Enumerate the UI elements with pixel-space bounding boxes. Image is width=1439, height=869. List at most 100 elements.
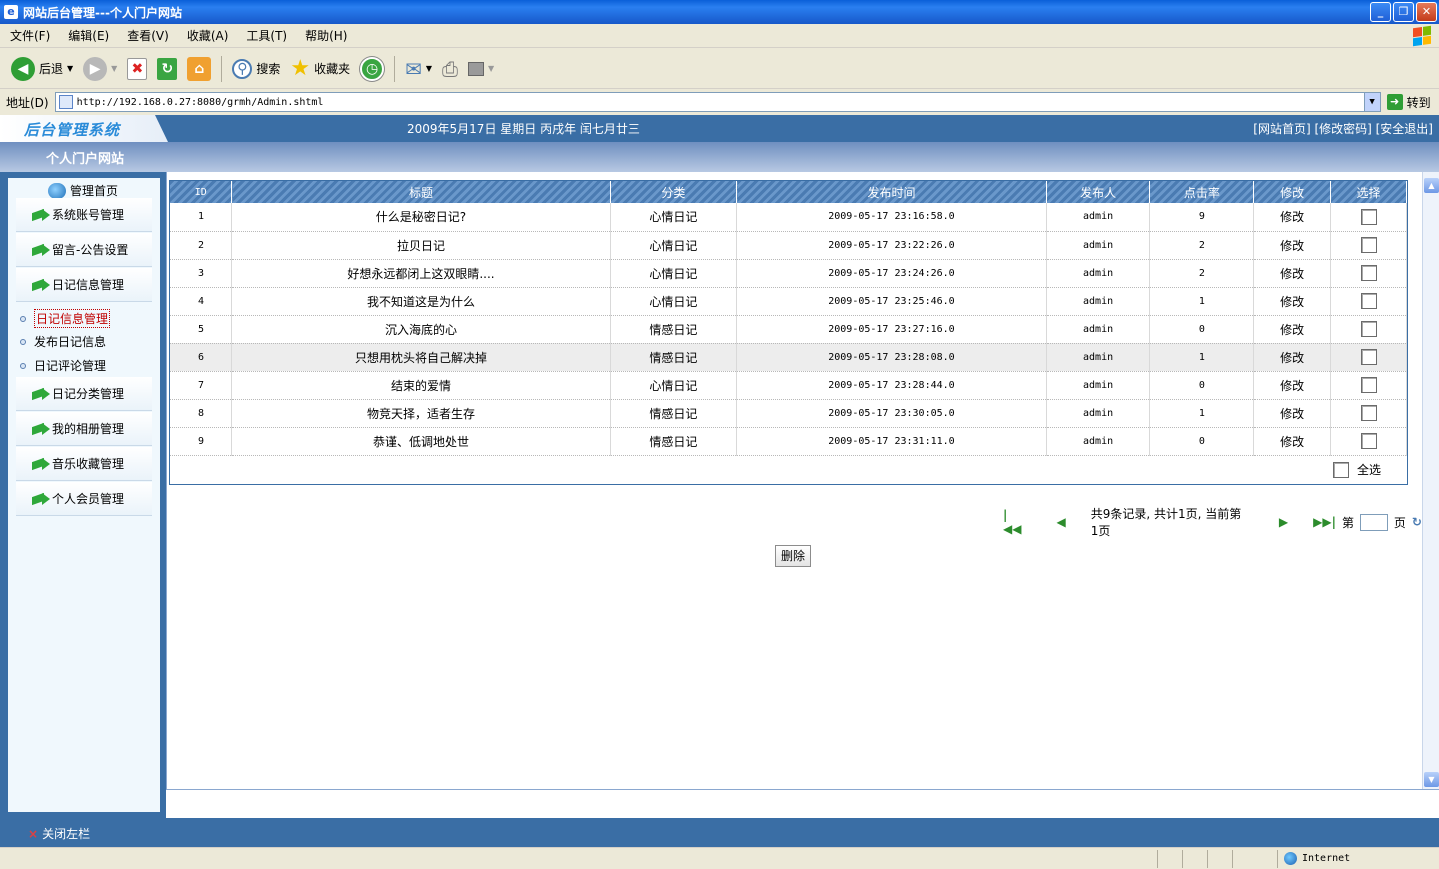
column-header: 选择 <box>1330 181 1407 203</box>
address-dropdown-icon[interactable]: ▼ <box>1363 93 1380 111</box>
go-page-icon[interactable]: ↻ <box>1412 515 1422 529</box>
cell-title[interactable]: 拉贝日记 <box>231 231 611 260</box>
delete-button[interactable]: 删除 <box>775 545 812 567</box>
vertical-scrollbar[interactable]: ▲ ▼ <box>1422 172 1439 789</box>
header-links[interactable]: [网站首页] [修改密码] [安全退出] <box>1253 120 1433 137</box>
row-checkbox[interactable] <box>1360 349 1377 365</box>
history-button[interactable]: ◷ <box>357 53 387 85</box>
mail-dropdown-icon[interactable]: ▼ <box>426 64 432 73</box>
row-checkbox[interactable] <box>1360 265 1377 281</box>
sidebar-item-label: 日记分类管理 <box>52 387 125 401</box>
edit-link[interactable]: 修改 <box>1253 427 1332 456</box>
menu-view[interactable]: 查看(V) <box>127 27 169 44</box>
sidebar-item-accounts[interactable]: 系统账号管理 <box>16 198 152 232</box>
row-checkbox[interactable] <box>1360 377 1377 393</box>
edit-link[interactable]: 修改 <box>1253 287 1332 316</box>
sidebar-subitem-diary-manage[interactable]: 日记信息管理 <box>20 309 111 328</box>
mail-button[interactable]: ✉ ▼ <box>402 53 435 85</box>
table-row: 1 什么是秘密日记? 心情日记 2009-05-17 23:16:58.0 ad… <box>170 203 1407 232</box>
page-number-input[interactable] <box>1359 513 1388 531</box>
row-checkbox[interactable] <box>1360 208 1377 225</box>
edit-link[interactable]: 修改 <box>1253 231 1332 260</box>
sidebar-item-albums[interactable]: 我的相册管理 <box>16 412 152 446</box>
select-all-checkbox[interactable] <box>1332 461 1349 478</box>
cell-title[interactable]: 恭谨、低调地处世 <box>231 427 611 456</box>
cell-category: 情感日记 <box>610 343 738 372</box>
sidebar-home[interactable]: 管理首页 <box>48 182 118 199</box>
cell-hits: 2 <box>1149 231 1255 260</box>
address-input[interactable]: http://192.168.0.27:8080/grmh/Admin.shtm… <box>54 92 1381 112</box>
stop-button[interactable]: ✖ <box>124 53 150 85</box>
cell-author: admin <box>1046 259 1151 288</box>
row-checkbox[interactable] <box>1360 293 1377 309</box>
menu-help[interactable]: 帮助(H) <box>305 27 347 44</box>
edit-link[interactable]: 修改 <box>1253 371 1332 400</box>
last-page-icon[interactable]: ▶▶| <box>1313 515 1336 529</box>
menu-tools[interactable]: 工具(T) <box>246 27 287 44</box>
back-dropdown-icon[interactable]: ▼ <box>67 64 73 73</box>
history-icon: ◷ <box>360 56 385 81</box>
sidebar-home-label: 管理首页 <box>70 184 119 198</box>
row-checkbox[interactable] <box>1360 433 1377 449</box>
row-checkbox[interactable] <box>1360 405 1377 421</box>
cell-author: admin <box>1046 343 1151 372</box>
prev-page-icon[interactable]: ◀ <box>1057 515 1066 529</box>
row-checkbox[interactable] <box>1360 237 1377 253</box>
menu-file[interactable]: 文件(F) <box>10 27 50 44</box>
menu-favorites[interactable]: 收藏(A) <box>187 27 229 44</box>
menu-edit[interactable]: 编辑(E) <box>68 27 109 44</box>
edit-dropdown-icon[interactable]: ▼ <box>488 64 494 73</box>
back-button[interactable]: ◀ 后退 ▼ <box>8 53 76 85</box>
star-icon: ★ <box>290 56 311 81</box>
minimize-button[interactable]: _ <box>1370 2 1391 22</box>
sidebar-item-diary[interactable]: 日记信息管理 <box>16 268 152 302</box>
forward-button[interactable]: ▶ ▼ <box>80 53 120 85</box>
row-checkbox[interactable] <box>1360 321 1377 337</box>
green-arrow-icon <box>32 387 50 400</box>
next-page-icon[interactable]: ▶ <box>1279 515 1288 529</box>
edit-button[interactable]: ▼ <box>465 53 497 85</box>
cell-time: 2009-05-17 23:24:26.0 <box>736 259 1047 288</box>
sidebar-item-messages[interactable]: 留言-公告设置 <box>16 233 152 267</box>
cell-title[interactable]: 什么是秘密日记? <box>231 203 611 232</box>
cell-id: 9 <box>170 427 233 456</box>
edit-link[interactable]: 修改 <box>1253 343 1332 372</box>
cell-author: admin <box>1046 371 1151 400</box>
cell-title[interactable]: 物竞天择，适者生存 <box>231 399 611 428</box>
scroll-down-icon[interactable]: ▼ <box>1424 772 1439 787</box>
cell-select <box>1330 427 1407 456</box>
print-button[interactable]: ⎙ <box>439 53 461 85</box>
favorites-button[interactable]: ★ 收藏夹 <box>287 53 353 85</box>
refresh-button[interactable]: ↻ <box>154 53 180 85</box>
cell-select <box>1330 231 1407 260</box>
home-button[interactable]: ⌂ <box>184 53 214 85</box>
cell-id: 1 <box>170 203 233 232</box>
internet-globe-icon <box>1284 852 1297 865</box>
first-page-icon[interactable]: |◀◀ <box>1003 508 1024 536</box>
back-label: 后退 <box>39 62 64 76</box>
cell-title[interactable]: 好想永远都闭上这双眼睛.... <box>231 259 611 288</box>
edit-link[interactable]: 修改 <box>1253 315 1332 344</box>
cell-title[interactable]: 沉入海底的心 <box>231 315 611 344</box>
sidebar-item-label: 留言-公告设置 <box>52 243 129 257</box>
go-button[interactable]: ➜ 转到 <box>1386 94 1431 111</box>
edit-link[interactable]: 修改 <box>1253 203 1332 232</box>
edit-link[interactable]: 修改 <box>1253 399 1332 428</box>
scroll-up-icon[interactable]: ▲ <box>1424 178 1439 193</box>
restore-button[interactable]: ❐ <box>1393 2 1414 22</box>
cell-title[interactable]: 结束的爱情 <box>231 371 611 400</box>
sidebar-subitem-diary-comments[interactable]: 日记评论管理 <box>20 357 106 374</box>
sidebar-item-music[interactable]: 音乐收藏管理 <box>16 447 152 481</box>
cell-title[interactable]: 我不知道这是为什么 <box>231 287 611 316</box>
cell-title[interactable]: 只想用枕头将自己解决掉 <box>231 343 611 372</box>
search-button[interactable]: ⚲ 搜索 <box>229 53 283 85</box>
close-button[interactable]: ✕ <box>1416 2 1437 22</box>
forward-dropdown-icon[interactable]: ▼ <box>111 64 117 73</box>
sidebar-item-members[interactable]: 个人会员管理 <box>16 482 152 516</box>
edit-link[interactable]: 修改 <box>1253 259 1332 288</box>
sidebar-item-categories[interactable]: 日记分类管理 <box>16 377 152 411</box>
sidebar-subitem-diary-publish[interactable]: 发布日记信息 <box>20 333 106 350</box>
back-arrow-icon: ◀ <box>11 56 35 81</box>
forward-arrow-icon: ▶ <box>83 56 108 81</box>
close-sidebar-link[interactable]: 关闭左栏 <box>28 825 90 842</box>
